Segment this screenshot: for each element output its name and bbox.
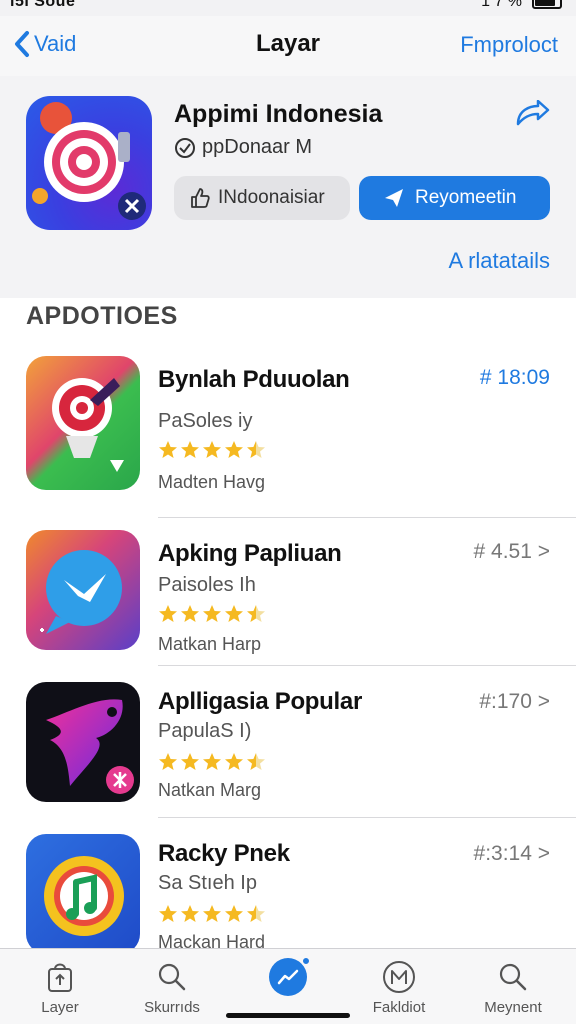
- rocket-bird-icon: [46, 699, 134, 794]
- list-item[interactable]: Bynlah Pduuolan PaSoles iy Madten Havg #…: [0, 354, 576, 518]
- paper-plane-icon: [385, 189, 403, 207]
- star-icon: [225, 441, 243, 458]
- tab-label: Skurrıds: [144, 999, 200, 1016]
- developer-badge-icon: [175, 137, 195, 158]
- profile-icon: [383, 961, 415, 993]
- tab-layer[interactable]: Layer: [10, 959, 110, 1016]
- app-subtitle: PaSoles iy: [158, 410, 253, 432]
- star-icon: [159, 441, 177, 458]
- status-battery-text: 1 7 %: [481, 0, 522, 10]
- star-icon: [181, 905, 199, 922]
- app-icon: [26, 356, 140, 490]
- star-rating: [158, 440, 266, 460]
- star-icon: [247, 905, 265, 922]
- target-icon: [32, 102, 146, 220]
- chat-bird-icon: [40, 550, 122, 634]
- row-divider: [158, 665, 576, 666]
- featured-app-subtitle: ppDonaar M: [202, 136, 313, 158]
- share-icon: [516, 99, 550, 126]
- app-name: Aplligasia Popular: [158, 688, 362, 715]
- featured-app-developer: ppDonaar M: [174, 136, 312, 159]
- star-rating: [158, 604, 266, 624]
- app-price[interactable]: # 18:09: [480, 366, 550, 390]
- app-price[interactable]: #:3:14 >: [474, 842, 550, 866]
- star-rating: [158, 752, 266, 772]
- star-icon: [203, 441, 221, 458]
- music-badge-icon: [44, 856, 124, 936]
- app-price[interactable]: #:170 >: [479, 690, 550, 714]
- thumb-up-icon: [191, 188, 210, 208]
- star-icon: [225, 905, 243, 922]
- featured-app-icon[interactable]: [26, 96, 152, 230]
- star-icon: [247, 441, 265, 458]
- status-bar: ı5ı Soue 1 7 %: [0, 0, 576, 16]
- list-item[interactable]: Racky Pnek Sa Stıeh Ip Mackan Hard #:3:1…: [0, 834, 576, 948]
- tab-more-search[interactable]: Meynent: [463, 959, 563, 1016]
- tab-label: Layer: [41, 999, 79, 1016]
- region-button[interactable]: INdoonaisiar: [174, 176, 350, 220]
- tab-trending[interactable]: [238, 956, 338, 999]
- app-name: Apking Papliuan: [158, 540, 342, 567]
- tab-bar: Layer Skurrıds Fakldiot Meynent: [0, 948, 576, 1024]
- star-icon: [159, 605, 177, 622]
- app-icon: [26, 834, 140, 948]
- tab-label: Meynent: [484, 999, 542, 1016]
- star-icon: [203, 905, 221, 922]
- app-subtitle: Sa Stıeh Ip: [158, 872, 257, 894]
- star-icon: [247, 605, 265, 622]
- row-divider: [158, 817, 576, 818]
- app-subtitle: Paisoles Ih: [158, 574, 256, 596]
- status-right: 1 7 %: [481, 0, 562, 10]
- app-seller: Matkan Harp: [158, 634, 262, 654]
- search-icon: [499, 963, 527, 991]
- app-icon: [26, 682, 140, 802]
- nav-right-button[interactable]: Fmproloct: [460, 32, 558, 58]
- featured-app-title: Appimi Indonesia: [174, 100, 383, 128]
- star-icon: [181, 753, 199, 770]
- bag-icon: [48, 963, 72, 992]
- star-icon: [203, 753, 221, 770]
- tab-profile[interactable]: Fakldiot: [349, 959, 449, 1016]
- details-link[interactable]: A rlatatails: [449, 248, 551, 274]
- battery-icon: [532, 0, 562, 9]
- featured-app-header: Appimi Indonesia ppDonaar M INdoonaisiar…: [0, 76, 576, 298]
- trending-icon: [269, 956, 311, 996]
- tab-search[interactable]: Skurrıds: [122, 959, 222, 1016]
- app-price[interactable]: # 4.51 >: [474, 540, 550, 564]
- app-seller: Natkan Marg: [158, 780, 262, 800]
- app-seller: Madten Havg: [158, 472, 266, 492]
- star-icon: [225, 753, 243, 770]
- navigation-bar: Vaid Layar Fmproloct: [0, 16, 576, 76]
- star-icon: [181, 605, 199, 622]
- row-divider: [158, 517, 576, 518]
- list-item[interactable]: Aplligasia Popular PapulaS I) Natkan Mar…: [0, 682, 576, 830]
- star-icon: [159, 905, 177, 922]
- home-indicator: [226, 1013, 350, 1018]
- app-name: Racky Pnek: [158, 840, 290, 867]
- star-icon: [225, 605, 243, 622]
- tab-label: Fakldiot: [372, 999, 426, 1016]
- get-button[interactable]: Reyomeetin: [359, 176, 550, 220]
- region-button-label: INdoonaisiar: [218, 187, 325, 208]
- star-icon: [247, 753, 265, 770]
- section-title: APDOTIOES: [26, 302, 178, 330]
- target-arrow-icon: [52, 378, 124, 472]
- get-button-label: Reyomeetin: [415, 187, 517, 208]
- star-icon: [181, 441, 199, 458]
- notification-dot: [301, 956, 311, 966]
- star-rating: [158, 904, 266, 924]
- app-subtitle: PapulaS I): [158, 720, 252, 742]
- star-icon: [159, 753, 177, 770]
- app-name: Bynlah Pduuolan: [158, 366, 350, 393]
- app-list-section: APDOTIOES Bynlah Pduuolan PaSoles iy Mad…: [0, 298, 576, 948]
- share-button[interactable]: [514, 99, 550, 137]
- search-icon: [158, 963, 186, 991]
- status-carrier: ı5ı Soue: [10, 0, 76, 10]
- star-icon: [203, 605, 221, 622]
- app-seller: Mackan Hard: [158, 932, 266, 948]
- list-item[interactable]: Apking Papliuan Paisoles Ih Matkan Harp …: [0, 530, 576, 678]
- app-icon: [26, 530, 140, 650]
